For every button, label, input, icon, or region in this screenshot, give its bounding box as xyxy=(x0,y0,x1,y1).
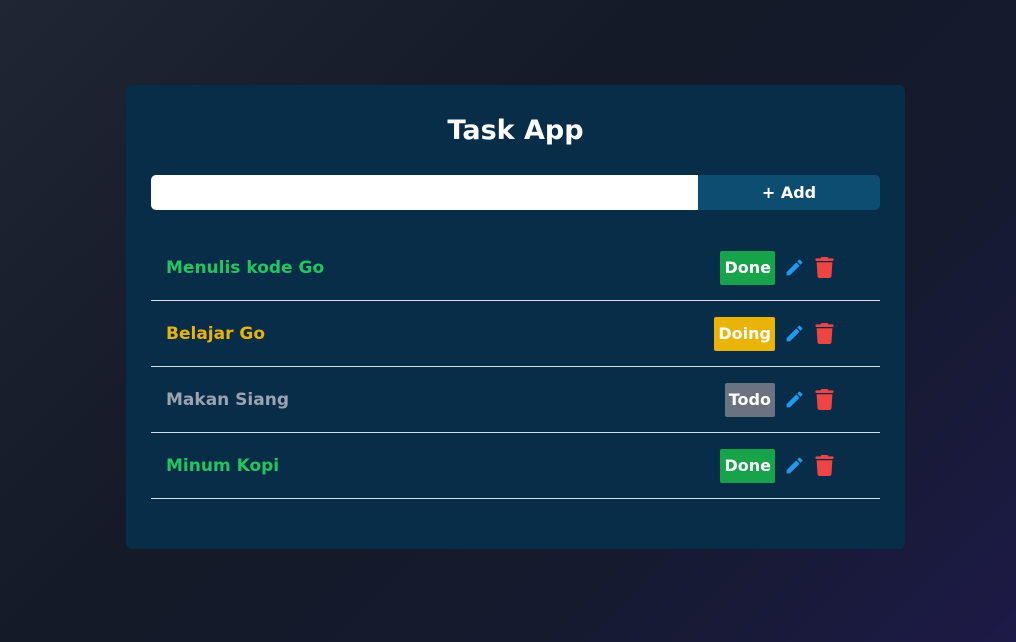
task-row: Makan Siang Todo xyxy=(151,367,880,433)
status-badge[interactable]: Done xyxy=(720,250,775,285)
pencil-icon[interactable] xyxy=(783,257,805,279)
page-title: Task App xyxy=(447,115,584,146)
task-name: Minum Kopi xyxy=(166,455,280,476)
task-name: Belajar Go xyxy=(166,323,266,344)
task-input[interactable] xyxy=(151,175,698,210)
add-task-form: + Add xyxy=(151,175,880,210)
pencil-icon[interactable] xyxy=(783,455,805,477)
trash-icon[interactable] xyxy=(813,257,835,279)
trash-icon[interactable] xyxy=(813,323,835,345)
add-button[interactable]: + Add xyxy=(698,175,880,210)
task-card: Task App + Add Menulis kode Go Done Bela… xyxy=(126,85,905,549)
task-name: Makan Siang xyxy=(166,389,290,410)
task-name: Menulis kode Go xyxy=(166,257,325,278)
trash-icon[interactable] xyxy=(813,455,835,477)
pencil-icon[interactable] xyxy=(783,323,805,345)
task-row: Belajar Go Doing xyxy=(151,301,880,367)
task-actions: Doing xyxy=(714,316,835,351)
pencil-icon[interactable] xyxy=(783,389,805,411)
task-row: Menulis kode Go Done xyxy=(151,235,880,301)
task-actions: Done xyxy=(720,250,835,285)
status-badge[interactable]: Doing xyxy=(714,316,775,351)
task-actions: Todo xyxy=(724,382,835,417)
task-row: Minum Kopi Done xyxy=(151,433,880,499)
task-actions: Done xyxy=(720,448,835,483)
status-badge[interactable]: Todo xyxy=(724,382,775,417)
task-list: Menulis kode Go Done Belajar Go Doing Ma… xyxy=(151,235,880,499)
status-badge[interactable]: Done xyxy=(720,448,775,483)
trash-icon[interactable] xyxy=(813,389,835,411)
